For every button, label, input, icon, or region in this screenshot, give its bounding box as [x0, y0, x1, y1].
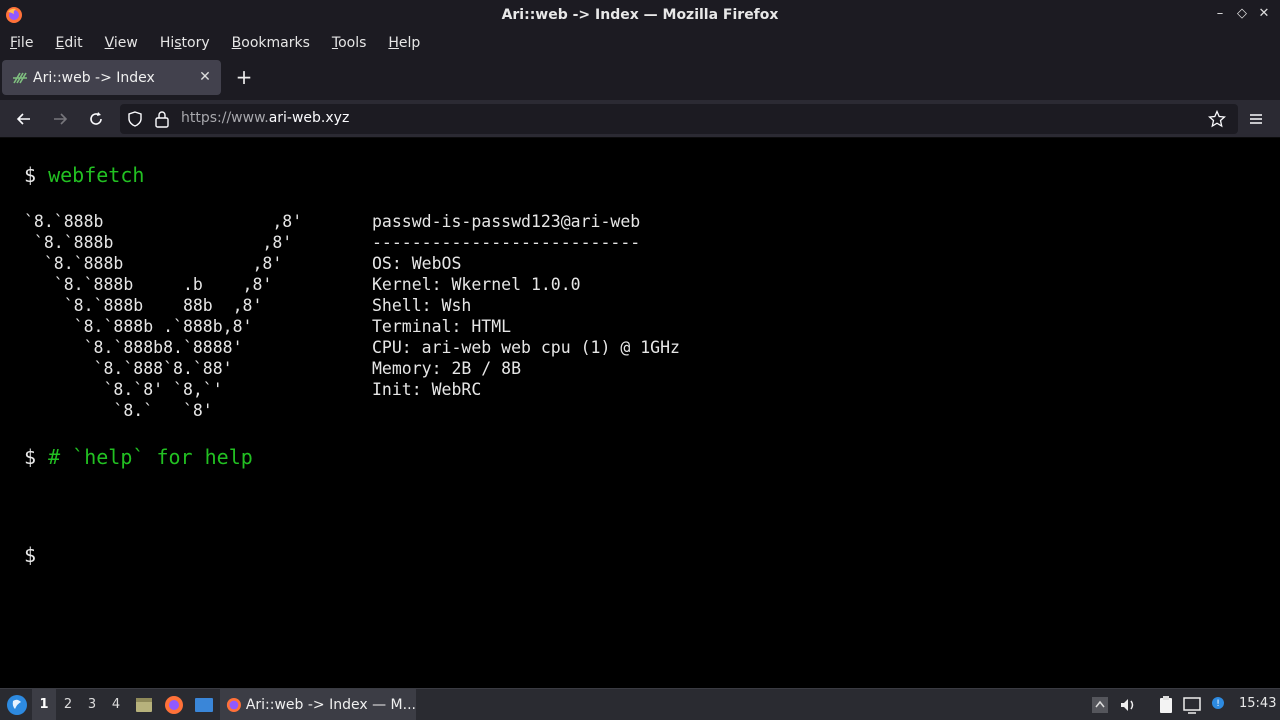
- close-icon[interactable]: ✕: [1256, 6, 1272, 22]
- info-line: CPU: ari-web web cpu (1) @ 1GHz: [372, 338, 680, 357]
- user-host: passwd-is-passwd123@ari-web: [372, 212, 641, 231]
- menu-view-accel: V: [104, 34, 114, 51]
- menu-edit-label: dit: [64, 34, 83, 51]
- workspace-2[interactable]: 2: [56, 689, 80, 720]
- hamburger-menu-icon[interactable]: [1246, 109, 1266, 129]
- prompt-symbol: $: [24, 163, 37, 187]
- system-info: passwd-is-passwd123@ari-web -------------…: [372, 211, 680, 400]
- ascii-logo-line: `8.`888b ,8': [24, 254, 283, 273]
- window-titlebar: Ari::web -> Index — Mozilla Firefox – ◇ …: [0, 0, 1280, 30]
- terminal-launcher-icon[interactable]: [194, 695, 214, 715]
- command-text: webfetch: [48, 163, 145, 187]
- menu-edit-accel: E: [55, 34, 65, 51]
- menu-tools[interactable]: Tools: [332, 35, 367, 51]
- ascii-logo-line: `8.`888b .b ,8': [24, 275, 273, 294]
- tab-close-icon[interactable]: ✕: [197, 69, 213, 85]
- forward-arrow-icon[interactable]: [50, 109, 70, 129]
- info-line: Shell: Wsh: [372, 296, 472, 315]
- firefox-launcher-icon[interactable]: [164, 695, 184, 715]
- shield-icon[interactable]: [127, 111, 143, 127]
- site-favicon-icon: [13, 72, 27, 83]
- menu-edit[interactable]: Edit: [55, 35, 82, 51]
- taskbar-window-firefox[interactable]: Ari::web -> Index — M...: [220, 689, 416, 720]
- info-line: Kernel: Wkernel 1.0.0: [372, 275, 581, 294]
- help-comment-line: $ # `help` for help: [24, 445, 253, 469]
- firefox-icon: [6, 7, 22, 23]
- maximize-icon[interactable]: ◇: [1234, 6, 1250, 22]
- clock: 15:43: [1239, 696, 1277, 711]
- menu-file-label: ile: [17, 34, 34, 51]
- lock-icon[interactable]: [154, 110, 170, 128]
- info-line: Terminal: HTML: [372, 317, 512, 336]
- menu-history-label: tory: [181, 34, 210, 51]
- menu-file-accel: F: [10, 34, 18, 51]
- bookmark-star-icon[interactable]: [1208, 110, 1226, 128]
- menu-view-label: iew: [113, 34, 138, 51]
- menu-history[interactable]: History: [160, 35, 210, 51]
- menu-help-accel: H: [388, 34, 399, 51]
- new-tab-icon[interactable]: +: [234, 67, 254, 87]
- terminal-page[interactable]: $ webfetch `8.`888b ,8' `8.`888b ,8' `8.…: [0, 139, 1280, 688]
- menu-view[interactable]: View: [105, 35, 138, 51]
- ascii-logo-line: `8.`888`8.`88': [24, 359, 233, 378]
- tab-label: Ari::web -> Index: [33, 69, 155, 86]
- ascii-logo-line: `8.`8' `8,`': [24, 380, 223, 399]
- svg-text:!: !: [1216, 699, 1220, 709]
- menu-bookmarks-label: ookmarks: [241, 34, 310, 51]
- url-scheme: https://www.: [181, 110, 269, 126]
- menu-history-pre: Hi: [159, 34, 175, 51]
- tab-bar: Ari::web -> Index ✕ +: [0, 55, 1280, 100]
- ascii-logo-line: `8.`888b .`888b,8': [24, 317, 253, 336]
- menu-history-accel: s: [174, 34, 182, 51]
- address-bar[interactable]: https://www.ari-web.xyz: [120, 104, 1238, 134]
- menu-file[interactable]: File: [10, 35, 33, 51]
- reload-icon[interactable]: [86, 109, 106, 129]
- taskbar: 1 2 3 4 Ari::web -> Index — M... ! 15:43: [0, 688, 1280, 720]
- file-manager-icon[interactable]: [134, 695, 154, 715]
- menu-bar: File Edit View History Bookmarks Tools H…: [0, 30, 1280, 55]
- navigation-toolbar: https://www.ari-web.xyz: [0, 100, 1280, 138]
- menu-help[interactable]: Help: [388, 35, 420, 51]
- clipboard-icon[interactable]: [1156, 695, 1176, 715]
- info-line: Memory: 2B / 8B: [372, 359, 522, 378]
- notification-icon[interactable]: !: [1208, 695, 1228, 715]
- menu-bookmarks-accel: B: [231, 34, 242, 51]
- ascii-logo-line: `8.`888b ,8': [24, 212, 303, 231]
- ascii-logo-line: `8.`888b ,8': [24, 233, 293, 252]
- input-prompt-line[interactable]: $: [24, 543, 36, 567]
- workspace-1[interactable]: 1: [32, 689, 56, 720]
- ascii-logo-line: `8.` `8': [24, 401, 213, 420]
- workspace-4[interactable]: 4: [104, 689, 128, 720]
- menu-bookmarks[interactable]: Bookmarks: [232, 35, 310, 51]
- network-icon[interactable]: [1182, 695, 1202, 715]
- separator-line: ---------------------------: [372, 233, 641, 252]
- tab-ari-web-index[interactable]: Ari::web -> Index ✕: [2, 60, 221, 95]
- menu-tools-label: ools: [338, 34, 367, 51]
- url-host: ari-web.xyz: [268, 110, 350, 126]
- webfetch-command-line: $ webfetch: [24, 163, 144, 187]
- info-line: OS: WebOS: [372, 254, 462, 273]
- ascii-logo-line: `8.`888b 88b ,8': [24, 296, 263, 315]
- prompt-symbol: $: [24, 445, 37, 469]
- prompt-symbol: $: [24, 543, 37, 567]
- volume-icon[interactable]: [1118, 695, 1138, 715]
- url-text[interactable]: https://www.ari-web.xyz: [181, 110, 349, 126]
- back-arrow-icon[interactable]: [14, 109, 34, 129]
- comment-text: # `help` for help: [48, 445, 253, 469]
- firefox-icon: [226, 697, 241, 713]
- taskbar-window-label: Ari::web -> Index — M...: [245, 697, 416, 713]
- tray-up-icon[interactable]: [1090, 695, 1110, 715]
- menu-help-label: elp: [398, 34, 421, 51]
- window-title: Ari::web -> Index — Mozilla Firefox: [501, 7, 779, 23]
- info-line: Init: WebRC: [372, 380, 482, 399]
- ascii-logo: `8.`888b ,8' `8.`888b ,8' `8.`888b ,8' `…: [24, 211, 302, 421]
- workspace-3[interactable]: 3: [80, 689, 104, 720]
- ascii-logo-line: `8.`888b8.`8888': [24, 338, 243, 357]
- minimize-icon[interactable]: –: [1212, 6, 1228, 22]
- start-menu-icon[interactable]: [6, 694, 28, 716]
